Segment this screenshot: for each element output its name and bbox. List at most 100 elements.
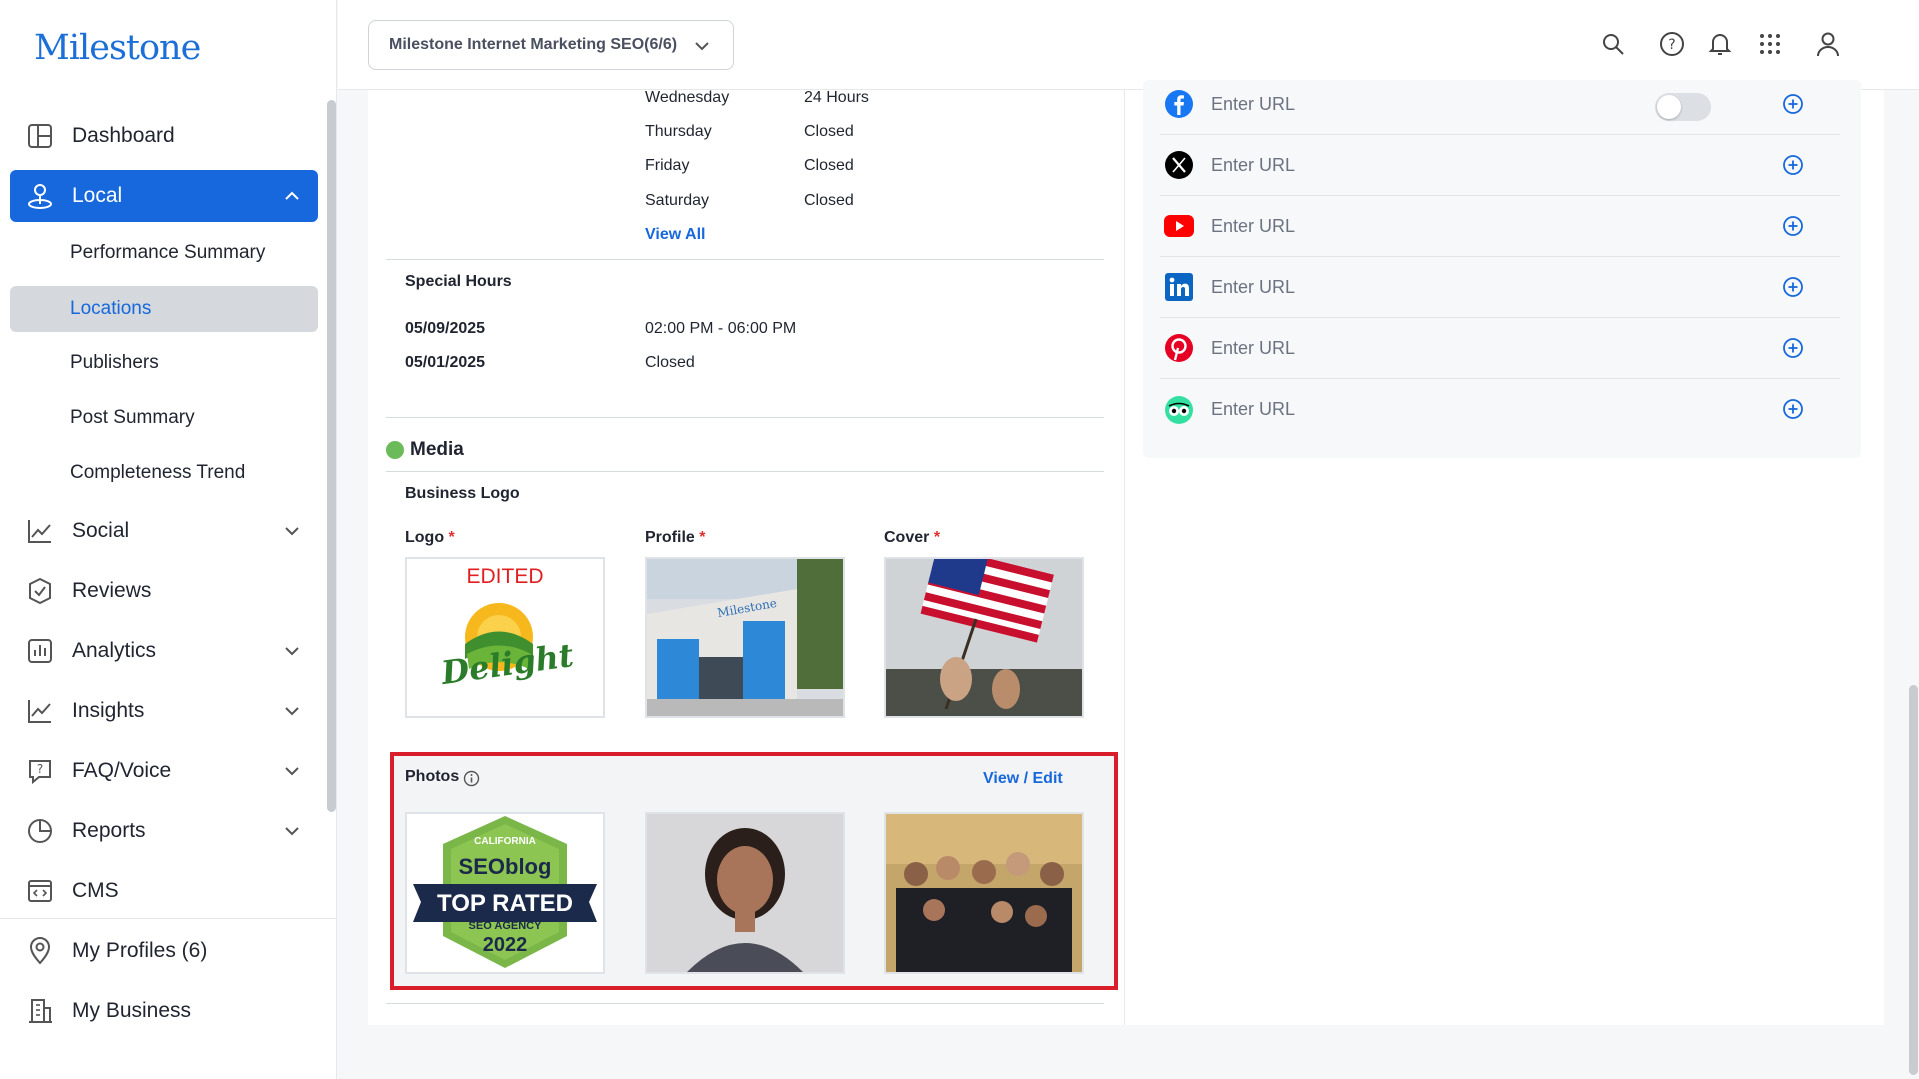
photo-badge[interactable]: CALIFORNIA SEOblog TOP RATED SEO AGENCY … bbox=[405, 812, 605, 974]
hours-value: Closed bbox=[804, 192, 854, 209]
facebook-toggle[interactable] bbox=[1655, 93, 1711, 121]
add-circle-icon[interactable] bbox=[1782, 337, 1804, 359]
sidebar-item-analytics[interactable]: Analytics bbox=[10, 625, 318, 677]
sidebar-item-cms[interactable]: CMS bbox=[10, 865, 318, 917]
bar-chart-icon bbox=[26, 637, 54, 665]
sidebar-item-reviews[interactable]: Reviews bbox=[10, 565, 318, 617]
photos-view-edit-link[interactable]: View / Edit bbox=[983, 770, 1063, 788]
map-pin-icon bbox=[26, 937, 54, 965]
add-circle-icon[interactable] bbox=[1782, 154, 1804, 176]
milestone-logo[interactable]: Milestone bbox=[34, 28, 201, 68]
social-row-facebook: Enter URL bbox=[1160, 74, 1840, 135]
bell-icon[interactable] bbox=[1706, 30, 1734, 58]
social-row-pinterest: Enter URL bbox=[1160, 318, 1840, 379]
add-circle-icon[interactable] bbox=[1782, 398, 1804, 420]
sidebar-item-reports[interactable]: Reports bbox=[10, 805, 318, 857]
hours-value: Closed bbox=[804, 123, 854, 140]
special-hours-date: 05/09/2025 bbox=[405, 320, 486, 337]
flag-photo bbox=[886, 559, 1082, 716]
special-hours-title: Special Hours bbox=[405, 273, 512, 290]
sidebar-item-social[interactable]: Social bbox=[10, 505, 318, 557]
sidebar-item-label: Dashboard bbox=[72, 124, 175, 147]
help-icon[interactable]: ? bbox=[1658, 30, 1686, 58]
line-chart-icon bbox=[26, 517, 54, 545]
add-circle-icon[interactable] bbox=[1782, 276, 1804, 298]
special-hours-date: 05/01/2025 bbox=[405, 354, 486, 371]
tripadvisor-icon bbox=[1163, 394, 1195, 426]
dashboard-icon bbox=[26, 122, 54, 150]
hours-day: Friday bbox=[645, 157, 690, 174]
add-circle-icon[interactable] bbox=[1782, 215, 1804, 237]
toggle-knob bbox=[1657, 95, 1681, 119]
sub-item-locations[interactable]: Locations bbox=[10, 286, 318, 332]
youtube-url-input[interactable]: Enter URL bbox=[1211, 216, 1295, 237]
view-all-hours-link[interactable]: View All bbox=[645, 226, 705, 244]
required-mark: * bbox=[933, 529, 941, 546]
business-logo-label: Business Logo bbox=[405, 485, 520, 502]
media-status-dot bbox=[386, 441, 404, 459]
special-hours-value: 02:00 PM - 06:00 PM bbox=[645, 320, 797, 337]
chevron-down-icon[interactable] bbox=[282, 821, 302, 841]
hours-day: Wednesday bbox=[645, 89, 730, 106]
required-mark: * bbox=[448, 529, 455, 546]
user-icon[interactable] bbox=[1814, 30, 1842, 58]
chevron-down-icon[interactable] bbox=[282, 701, 302, 721]
building-icon bbox=[26, 997, 54, 1025]
cover-label: Cover * bbox=[884, 529, 941, 546]
linkedin-url-input[interactable]: Enter URL bbox=[1211, 277, 1295, 298]
sidebar-item-my-profiles[interactable]: My Profiles (6) bbox=[10, 925, 318, 977]
apps-grid-icon[interactable] bbox=[1756, 30, 1784, 58]
required-mark: * bbox=[699, 529, 706, 546]
sidebar-divider bbox=[0, 918, 337, 919]
photo-group[interactable] bbox=[884, 812, 1084, 974]
photo-portrait[interactable] bbox=[645, 812, 845, 974]
cms-code-icon bbox=[26, 877, 54, 905]
search-icon[interactable] bbox=[1599, 30, 1627, 58]
sub-item-publishers[interactable]: Publishers bbox=[10, 340, 318, 386]
reviews-check-icon bbox=[26, 577, 54, 605]
youtube-icon bbox=[1163, 210, 1195, 242]
section-divider bbox=[386, 471, 1104, 472]
sidebar-scrollbar[interactable] bbox=[327, 100, 336, 812]
sub-item-completeness-trend[interactable]: Completeness Trend bbox=[10, 450, 318, 496]
svg-text:?: ? bbox=[1668, 37, 1675, 53]
sidebar-item-faq-voice[interactable]: ? FAQ/Voice bbox=[10, 745, 318, 797]
chevron-down-icon[interactable] bbox=[282, 521, 302, 541]
edited-label: EDITED bbox=[466, 565, 544, 588]
x-url-input[interactable]: Enter URL bbox=[1211, 155, 1295, 176]
sidebar-item-label: Analytics bbox=[72, 639, 157, 662]
sidebar-item-label: My Business bbox=[72, 999, 192, 1022]
info-icon[interactable] bbox=[463, 770, 480, 792]
sidebar-item-local[interactable]: Local bbox=[10, 170, 318, 222]
chevron-down-icon bbox=[695, 42, 709, 51]
sidebar-item-my-business[interactable]: My Business bbox=[10, 985, 318, 1037]
sidebar-item-dashboard[interactable]: Dashboard bbox=[10, 110, 318, 162]
social-row-linkedin: Enter URL bbox=[1160, 257, 1840, 318]
sidebar-item-label: FAQ/Voice bbox=[72, 759, 172, 782]
tripadvisor-url-input[interactable]: Enter URL bbox=[1211, 399, 1295, 420]
pinterest-url-input[interactable]: Enter URL bbox=[1211, 338, 1295, 359]
svg-text:?: ? bbox=[37, 762, 43, 776]
profile-image[interactable]: Milestone bbox=[645, 557, 845, 718]
logo-image[interactable]: EDITED Delight bbox=[405, 557, 605, 718]
facebook-url-input[interactable]: Enter URL bbox=[1211, 94, 1295, 115]
main-scrollbar[interactable] bbox=[1909, 685, 1918, 1075]
location-pin-icon bbox=[26, 182, 54, 210]
add-circle-icon[interactable] bbox=[1782, 93, 1804, 115]
chevron-down-icon[interactable] bbox=[282, 761, 302, 781]
sidebar-item-label: Insights bbox=[72, 699, 145, 722]
cover-image[interactable] bbox=[884, 557, 1084, 718]
trend-chart-icon bbox=[26, 697, 54, 725]
sub-item-post-summary[interactable]: Post Summary bbox=[10, 395, 318, 441]
chevron-up-icon[interactable] bbox=[282, 186, 302, 206]
sidebar-item-insights[interactable]: Insights bbox=[10, 685, 318, 737]
logo-label: Logo * bbox=[405, 529, 455, 546]
sub-item-performance-summary[interactable]: Performance Summary bbox=[10, 230, 318, 276]
media-section-title: Media bbox=[410, 439, 464, 460]
building-photo bbox=[647, 559, 843, 716]
chevron-down-icon[interactable] bbox=[282, 641, 302, 661]
badge-sub-text: SEO AGENCY bbox=[468, 920, 542, 932]
linkedin-icon bbox=[1163, 271, 1195, 303]
sidebar-item-label: Reviews bbox=[72, 579, 152, 602]
account-selector[interactable]: Milestone Internet Marketing SEO(6/6) bbox=[368, 20, 734, 70]
